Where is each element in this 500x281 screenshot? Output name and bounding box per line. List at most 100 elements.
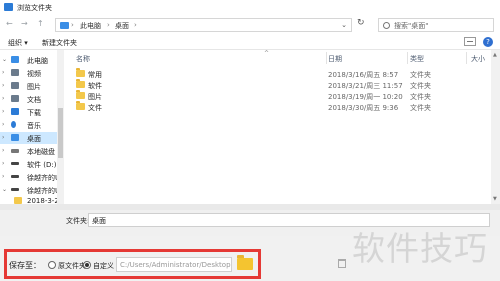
download-icon bbox=[11, 108, 19, 115]
file-list: ^ 名称 日期 类型 大小 常用 2018/3/16/周五 8:57 文件夹 软… bbox=[64, 50, 491, 204]
sidebar-item-label: 此电脑 bbox=[27, 57, 48, 65]
table-row[interactable]: 文件 2018/3/30/周五 9:36 文件夹 bbox=[64, 101, 491, 112]
navigation-bar: ← → ↑ › 此电脑 › 桌面 › ⌄ ↻ 搜索"桌面" bbox=[0, 14, 500, 34]
address-bar[interactable]: › 此电脑 › 桌面 › ⌄ bbox=[55, 18, 352, 32]
folder-icon bbox=[76, 90, 85, 99]
sidebar-item-label: 音乐 bbox=[27, 122, 41, 130]
folder-browser-icon bbox=[4, 3, 13, 11]
folder-icon bbox=[76, 79, 85, 88]
search-icon bbox=[383, 22, 390, 29]
collapse-caret-icon[interactable]: ⌄ bbox=[2, 56, 7, 63]
sort-ascending-icon: ^ bbox=[264, 50, 270, 57]
file-name: 文件 bbox=[88, 104, 102, 112]
sidebar-item-music[interactable]: › 音乐 bbox=[0, 119, 57, 131]
sidebar-scroll-thumb[interactable] bbox=[58, 108, 63, 158]
sidebar-item-local-disk-c[interactable]: › 本地磁盘 (C bbox=[0, 145, 65, 157]
file-list-scrollbar[interactable]: ▲ ▼ bbox=[491, 50, 500, 204]
folder-name-label: 文件夹: bbox=[66, 217, 90, 225]
expand-caret-icon[interactable]: › bbox=[2, 173, 4, 180]
sidebar-item-label: 桌面 bbox=[27, 135, 41, 143]
navigation-pane: ⌄ 此电脑 › 视频 › 图片 › 文档 › 下载 › 音乐 › 桌面 › 本地… bbox=[0, 50, 67, 204]
column-header-type[interactable]: 类型 bbox=[410, 54, 424, 64]
breadcrumb-desktop[interactable]: 桌面 bbox=[115, 21, 129, 31]
organize-menu[interactable]: 组织 ▾ bbox=[8, 38, 28, 48]
table-row[interactable]: 图片 2018/3/19/周一 10:20 文件夹 bbox=[64, 90, 491, 101]
radio-original-folder[interactable] bbox=[48, 261, 56, 269]
folder-icon bbox=[14, 197, 22, 204]
sidebar-item-this-pc[interactable]: ⌄ 此电脑 bbox=[0, 54, 57, 66]
column-divider[interactable] bbox=[407, 52, 408, 64]
window-title: 浏览文件夹 bbox=[17, 4, 52, 12]
computer-icon bbox=[11, 56, 19, 63]
sidebar-item-label: 下载 bbox=[27, 109, 41, 117]
sidebar-item-folder-2018-3-29[interactable]: 2018-3-29 bbox=[0, 195, 57, 204]
usb-icon bbox=[11, 188, 19, 191]
expand-caret-icon[interactable]: › bbox=[2, 147, 4, 154]
scroll-down-icon[interactable]: ▼ bbox=[493, 196, 497, 202]
column-divider[interactable] bbox=[326, 52, 327, 64]
scroll-up-icon[interactable]: ▲ bbox=[493, 52, 497, 58]
breadcrumb-this-pc[interactable]: 此电脑 bbox=[80, 21, 101, 31]
file-type: 文件夹 bbox=[410, 104, 431, 112]
search-placeholder: 搜索"桌面" bbox=[394, 22, 429, 30]
trash-icon[interactable] bbox=[338, 259, 346, 268]
new-folder-button[interactable]: 新建文件夹 bbox=[42, 38, 77, 48]
sidebar-item-usb-drive[interactable]: › 徐越齐的U bbox=[0, 171, 61, 183]
column-header-date[interactable]: 日期 bbox=[328, 54, 342, 64]
drive-icon bbox=[11, 175, 19, 178]
sidebar-scrollbar[interactable] bbox=[57, 50, 64, 204]
expand-caret-icon[interactable]: › bbox=[2, 108, 4, 115]
computer-icon bbox=[60, 22, 69, 29]
radio-custom-folder-label[interactable]: 自定义 bbox=[93, 261, 114, 271]
forward-arrow-icon[interactable]: → bbox=[21, 20, 28, 28]
expand-caret-icon[interactable]: › bbox=[2, 160, 4, 167]
sidebar-item-desktop[interactable]: › 桌面 bbox=[0, 132, 57, 144]
column-header-name[interactable]: 名称 bbox=[76, 54, 90, 64]
back-arrow-icon[interactable]: ← bbox=[6, 20, 13, 28]
expand-caret-icon[interactable]: › bbox=[2, 82, 4, 89]
file-date: 2018/3/30/周五 9:36 bbox=[328, 104, 399, 112]
folder-icon bbox=[76, 68, 85, 77]
view-options-icon[interactable] bbox=[464, 37, 476, 46]
expand-caret-icon[interactable]: › bbox=[2, 69, 4, 76]
column-header-size[interactable]: 大小 bbox=[471, 54, 485, 64]
music-icon bbox=[11, 121, 16, 128]
breadcrumb-separator: › bbox=[134, 21, 137, 29]
collapse-caret-icon[interactable]: ⌄ bbox=[2, 186, 7, 193]
sidebar-item-label: 徐越齐的U bbox=[27, 174, 61, 182]
disk-icon bbox=[11, 149, 19, 153]
desktop-icon bbox=[11, 134, 19, 141]
sidebar-item-label: 图片 bbox=[27, 83, 41, 91]
refresh-icon[interactable]: ↻ bbox=[357, 19, 365, 28]
expand-caret-icon[interactable]: › bbox=[2, 121, 4, 128]
sidebar-item-label: 视频 bbox=[27, 70, 41, 78]
disk-icon bbox=[11, 162, 19, 165]
watermark-text: 软件技巧 bbox=[352, 229, 488, 268]
sidebar-item-videos[interactable]: › 视频 bbox=[0, 67, 57, 79]
sidebar-item-documents[interactable]: › 文档 bbox=[0, 93, 57, 105]
sidebar-item-label: 2018-3-29 bbox=[27, 197, 57, 204]
address-dropdown-icon[interactable]: ⌄ bbox=[341, 21, 347, 29]
search-input[interactable]: 搜索"桌面" bbox=[378, 18, 494, 32]
expand-caret-icon[interactable]: › bbox=[2, 95, 4, 102]
save-to-label: 保存至： bbox=[9, 261, 41, 270]
title-bar: 浏览文件夹 bbox=[0, 0, 500, 14]
command-toolbar: 组织 ▾ 新建文件夹 ? bbox=[0, 34, 500, 50]
sidebar-item-software-d[interactable]: › 软件 (D:) bbox=[0, 158, 57, 170]
sidebar-item-label: 软件 (D:) bbox=[27, 161, 57, 169]
sidebar-item-label: 文档 bbox=[27, 96, 41, 104]
up-arrow-icon[interactable]: ↑ bbox=[37, 20, 44, 28]
save-path-input[interactable]: C:/Users/Administrator/Desktop bbox=[116, 257, 232, 272]
radio-custom-folder[interactable] bbox=[83, 261, 91, 269]
breadcrumb-separator: › bbox=[107, 21, 110, 29]
help-icon[interactable]: ? bbox=[483, 37, 493, 47]
table-row[interactable]: 常用 2018/3/16/周五 8:57 文件夹 bbox=[64, 68, 491, 79]
column-divider[interactable] bbox=[466, 52, 467, 64]
document-icon bbox=[11, 95, 19, 102]
table-row[interactable]: 软件 2018/3/21/周三 11:57 文件夹 bbox=[64, 79, 491, 90]
expand-caret-icon[interactable]: › bbox=[2, 134, 4, 141]
sidebar-item-pictures[interactable]: › 图片 bbox=[0, 80, 57, 92]
radio-original-folder-label[interactable]: 原文件夹 bbox=[58, 261, 86, 271]
sidebar-item-downloads[interactable]: › 下载 bbox=[0, 106, 57, 118]
browse-folder-icon[interactable] bbox=[237, 255, 253, 270]
